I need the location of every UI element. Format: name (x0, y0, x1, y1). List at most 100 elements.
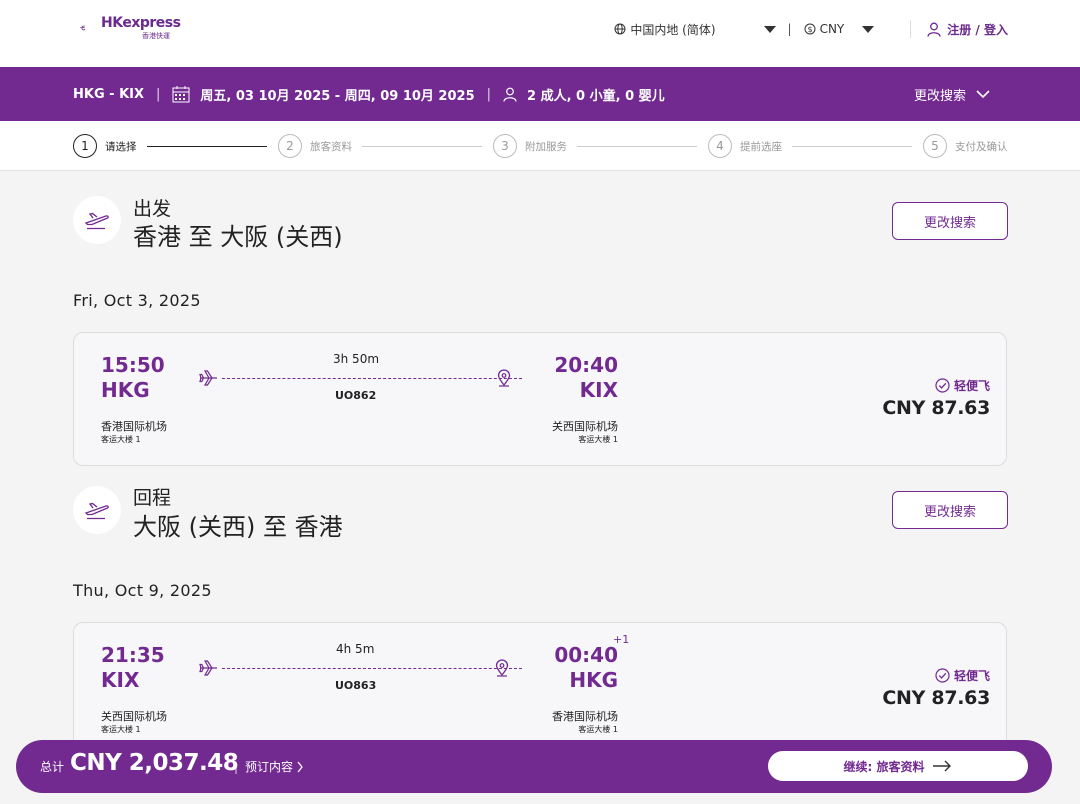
chevron-down-icon (862, 25, 875, 33)
continue-label: 继续: 旅客资料 (843, 759, 925, 774)
departure-terminal: 客运大楼 1 (101, 435, 141, 444)
step-number: 4 (708, 134, 732, 158)
step-number: 3 (493, 134, 517, 158)
step-label: 旅客资料 (310, 140, 352, 153)
globe-icon (614, 23, 626, 35)
map-pin-icon (497, 369, 511, 387)
departure-plane-icon (73, 196, 121, 244)
plane-icon (199, 660, 217, 676)
header-actions: 中国内地 (简体) | $ CNY 注册 / 登入 (614, 20, 1008, 38)
outbound-flight-card[interactable]: 15:50 HKG 3h 50m UO862 20:40 KIX 香港国际机场 … (73, 332, 1007, 466)
user-icon (503, 87, 517, 102)
svg-text:$: $ (807, 25, 812, 34)
booking-summary-bar: 总计 CNY 2,037.48 | 预订内容 继续: 旅客资料 (16, 740, 1052, 793)
step-label: 请选择 (105, 140, 137, 153)
top-header: HKexpress 香港快運 中国内地 (简体) | $ CNY 注册 / 登入 (0, 0, 1080, 67)
step-select[interactable]: 1 请选择 (73, 134, 137, 158)
arrival-airport-name: 关西国际机场 (552, 420, 618, 433)
divider: | (787, 22, 792, 36)
arrow-right-icon (933, 760, 952, 772)
user-icon (927, 22, 941, 37)
departure-time: 15:50 (101, 353, 165, 377)
arrival-time: 20:40 (554, 353, 618, 377)
arrival-airport-name: 香港国际机场 (552, 710, 618, 723)
flight-number: UO863 (335, 679, 377, 692)
departure-airport-name: 关西国际机场 (101, 710, 167, 723)
fare-type-label: 轻便飞 (953, 379, 990, 393)
currency-label: CNY (819, 22, 845, 36)
continue-button[interactable]: 继续: 旅客资料 (768, 751, 1028, 781)
chevron-down-icon (763, 25, 776, 33)
inbound-flight-card[interactable]: 21:35 KIX 4h 5m UO863 00:40 +1 HKG 关西国际机… (73, 622, 1007, 756)
departure-time: 21:35 (101, 643, 165, 667)
modify-search-label: 更改搜索 (913, 89, 966, 104)
total-label: 总计 (40, 760, 65, 774)
dollar-icon: $ (804, 23, 816, 35)
departure-airport-name: 香港国际机场 (101, 420, 167, 433)
booking-details-label: 预订内容 (245, 760, 294, 774)
inbound-route-title: 大阪 (关西) 至 香港 (133, 513, 343, 541)
login-label: 注册 / 登入 (947, 22, 1008, 37)
map-pin-icon (495, 659, 509, 677)
step-number: 5 (923, 134, 947, 158)
next-day-indicator: +1 (613, 633, 630, 646)
route-line (222, 668, 522, 669)
chevron-down-icon (976, 90, 990, 99)
divider (910, 20, 912, 38)
inbound-modify-search-button[interactable]: 更改搜索 (892, 491, 1008, 529)
logo-text[interactable]: HKexpress (101, 15, 181, 31)
step-connector (792, 146, 912, 147)
login-link[interactable]: 注册 / 登入 (927, 21, 1008, 38)
arrival-time: 00:40 (554, 643, 618, 667)
divider: | (156, 86, 161, 102)
arrival-terminal: 客运大楼 1 (578, 725, 618, 734)
outbound-date: Fri, Oct 3, 2025 (73, 291, 201, 310)
route-summary: HKG - KIX (73, 86, 145, 102)
step-label: 支付及确认 (955, 140, 1008, 153)
step-payment[interactable]: 5 支付及确认 (923, 134, 1008, 158)
departure-terminal: 客运大楼 1 (101, 725, 141, 734)
departure-airport-code: HKG (101, 378, 150, 402)
inbound-label: 回程 (133, 487, 172, 509)
check-circle-icon (935, 378, 950, 393)
fare-type: 轻便飞 (935, 377, 990, 394)
flight-duration: 3h 50m (333, 352, 380, 366)
region-selector[interactable]: 中国内地 (简体) (614, 21, 776, 38)
progress-steps: 1 请选择 2 旅客资料 3 附加服务 4 提前选座 5 支付及确认 (0, 121, 1080, 171)
flight-duration: 4h 5m (336, 642, 375, 656)
departure-airport-code: KIX (101, 668, 140, 692)
step-label: 提前选座 (740, 140, 782, 153)
divider: | (234, 759, 239, 774)
step-label: 附加服务 (525, 140, 567, 153)
step-number: 2 (278, 134, 302, 158)
step-number: 1 (73, 134, 97, 158)
step-connector (577, 146, 697, 147)
outbound-modify-search-button[interactable]: 更改搜索 (892, 202, 1008, 240)
route-line (222, 378, 522, 379)
chevron-right-icon (297, 761, 303, 772)
plane-icon (199, 370, 217, 386)
hk-express-logo-icon[interactable] (80, 13, 102, 43)
step-passenger-info[interactable]: 2 旅客资料 (278, 134, 352, 158)
booking-details-link[interactable]: | 预订内容 (234, 758, 304, 775)
currency-selector[interactable]: $ CNY (804, 22, 875, 36)
arrival-terminal: 客运大楼 1 (578, 435, 618, 444)
logo-subtext: 香港快運 (142, 32, 170, 40)
check-circle-icon (935, 668, 950, 683)
date-summary: 周五, 03 10月 2025 - 周四, 09 10月 2025 (200, 88, 475, 104)
step-add-ons[interactable]: 3 附加服务 (493, 134, 567, 158)
search-summary-bar: HKG - KIX | 周五, 03 10月 2025 - 周四, 09 10月… (0, 67, 1080, 121)
arrival-airport-code: HKG (569, 668, 618, 692)
divider: | (486, 86, 492, 102)
step-connector (147, 146, 267, 147)
flight-number: UO862 (335, 389, 377, 402)
passenger-summary: 2 成人, 0 小童, 0 婴儿 (527, 88, 665, 104)
inbound-date: Thu, Oct 9, 2025 (73, 581, 212, 600)
calendar-icon (172, 85, 190, 103)
step-connector (362, 146, 482, 147)
step-seat-selection[interactable]: 4 提前选座 (708, 134, 782, 158)
modify-search-toggle[interactable]: 更改搜索 (914, 85, 990, 104)
total-price: CNY 2,037.48 (70, 750, 239, 776)
region-label: 中国内地 (简体) (630, 22, 716, 37)
return-plane-icon (73, 486, 121, 534)
